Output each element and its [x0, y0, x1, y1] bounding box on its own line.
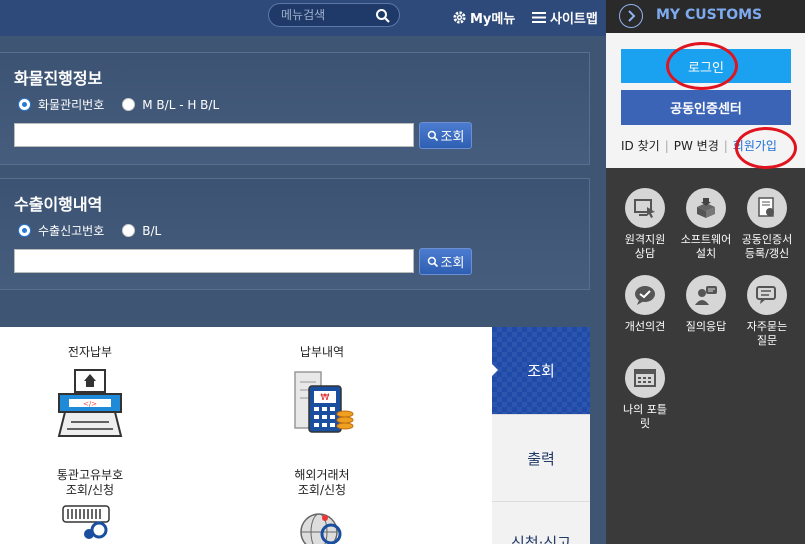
- quick-item-label: 자주묻는: [746, 320, 788, 333]
- tab-print-label: 출력: [527, 449, 555, 468]
- quick-item-label: 원격지원: [624, 233, 666, 246]
- search-icon[interactable]: [375, 8, 391, 24]
- quick-remote-support[interactable]: 원격지원 상담: [614, 188, 676, 261]
- service-tabs: 조회 출력 신청·신고: [491, 327, 590, 544]
- quick-my-portlet[interactable]: 나의 포틀 릿: [614, 358, 676, 431]
- cargo-radio-bl[interactable]: [122, 98, 136, 111]
- account-links: ID 찾기 | PW 변경 | 회원가입: [621, 137, 777, 154]
- mymenu-button[interactable]: My메뉴: [452, 7, 515, 27]
- speech-bubble-icon: [747, 275, 787, 315]
- cert-label: 공동인증센터: [670, 102, 742, 117]
- export-radio-bl[interactable]: [122, 224, 136, 237]
- search-icon: [427, 130, 438, 141]
- tab-print[interactable]: 출력: [492, 414, 590, 501]
- chevron-right-icon: [628, 10, 636, 22]
- gear-icon: [453, 10, 466, 24]
- login-label: 로그인: [688, 60, 724, 76]
- service-payment-history[interactable]: 납부내역 ₩: [272, 345, 372, 447]
- tab-apply[interactable]: 신청·신고: [492, 501, 590, 544]
- menu-search-box[interactable]: [268, 3, 400, 27]
- person-chat-icon: [686, 275, 726, 315]
- sidebar-header: MY CUSTOMS: [606, 0, 805, 33]
- join-link[interactable]: 회원가입: [733, 137, 777, 154]
- service-label-sub: 조회/신청: [297, 483, 347, 497]
- tab-query[interactable]: 조회: [491, 327, 590, 414]
- top-bar: My메뉴 사이트맵: [0, 0, 606, 36]
- package-download-icon: [686, 188, 726, 228]
- quick-software-install[interactable]: 소프트웨어 설치: [675, 188, 737, 261]
- quick-item-label-sub: 릿: [639, 417, 651, 430]
- service-label: 전자납부: [67, 345, 113, 359]
- service-label-sub: 조회/신청: [65, 483, 115, 497]
- search-icon: [427, 256, 438, 267]
- quick-certificate-register[interactable]: 공동인증서 등록/갱신: [736, 188, 798, 261]
- export-query-label: 조회: [440, 256, 465, 271]
- export-radio-bl-label: B/L: [142, 223, 162, 238]
- account-area: 로그인 공동인증센터 ID 찾기 | PW 변경 | 회원가입: [606, 33, 805, 169]
- quick-improvement-feedback[interactable]: 개선의견: [614, 275, 676, 334]
- service-overseas-partner[interactable]: 해외거래처 조회/신청: [272, 468, 372, 544]
- globe-search-icon: [300, 513, 342, 544]
- sidebar-toggle-button[interactable]: [619, 4, 643, 28]
- tab-apply-label: 신청·신고: [511, 534, 571, 544]
- services-area: 전자납부 </> 납부내역 ₩ 통관고유부호 조회/신청 해외거래처 조회/신청: [0, 327, 492, 544]
- quick-item-label: 나의 포틀: [623, 403, 667, 416]
- service-label: 해외거래처: [294, 468, 350, 482]
- quick-item-label-sub: 질문: [756, 334, 778, 347]
- quick-item-label-sub: 상담: [634, 247, 656, 260]
- cargo-number-input[interactable]: [14, 123, 414, 147]
- sitemap-button[interactable]: 사이트맵: [532, 7, 598, 27]
- export-number-input[interactable]: [14, 249, 414, 273]
- quick-item-label: 질의응답: [685, 320, 727, 333]
- payment-history-icon: ₩: [294, 371, 354, 433]
- svg-text:₩: ₩: [321, 393, 330, 403]
- service-label: 통관고유부호: [56, 468, 124, 482]
- cargo-radio-mgmt-number[interactable]: [18, 98, 31, 111]
- export-history-panel: 수출이행내역 수출신고번호 B/L 조회: [0, 178, 590, 290]
- certificate-icon: [747, 188, 787, 228]
- cargo-panel-title: 화물진행정보: [14, 69, 103, 88]
- quick-qna[interactable]: 질의응답: [675, 275, 737, 334]
- portlet-grid-icon: [625, 358, 665, 398]
- export-panel-title: 수출이행내역: [14, 195, 103, 214]
- sidebar-title: MY CUSTOMS: [656, 7, 763, 23]
- cargo-radio-group: 화물관리번호 M B/L - H B/L: [18, 96, 237, 113]
- service-customs-id-number[interactable]: 통관고유부호 조회/신청: [40, 468, 140, 544]
- cargo-radio-bl-label: M B/L - H B/L: [142, 97, 220, 112]
- cargo-query-label: 조회: [440, 130, 465, 145]
- chat-bubble-icon: [625, 275, 665, 315]
- login-button[interactable]: 로그인: [621, 49, 791, 83]
- quick-item-label: 공동인증서: [741, 233, 793, 246]
- export-radio-declaration-label: 수출신고번호: [38, 224, 105, 238]
- cargo-progress-panel: 화물진행정보 화물관리번호 M B/L - H B/L 조회: [0, 52, 590, 165]
- certificate-center-button[interactable]: 공동인증센터: [621, 90, 791, 125]
- cargo-radio-mgmt-label: 화물관리번호: [38, 98, 105, 112]
- mymenu-label: My메뉴: [470, 11, 516, 27]
- export-query-button[interactable]: 조회: [419, 248, 472, 275]
- my-customs-sidebar: MY CUSTOMS 로그인 공동인증센터 ID 찾기 | PW 변경 | 회원…: [606, 0, 805, 544]
- svg-text:</>: </>: [83, 400, 97, 408]
- service-label: 납부내역: [299, 345, 345, 359]
- link-separator: |: [723, 138, 728, 153]
- quick-item-label: 개선의견: [624, 320, 666, 333]
- link-separator: |: [664, 138, 669, 153]
- quick-item-label-sub: 등록/갱신: [744, 247, 790, 260]
- menu-search-input[interactable]: [281, 7, 371, 23]
- sitemap-label: 사이트맵: [550, 11, 598, 27]
- find-id-link[interactable]: ID 찾기: [621, 137, 660, 154]
- export-radio-declaration[interactable]: [18, 224, 31, 237]
- cargo-query-button[interactable]: 조회: [419, 122, 472, 149]
- tab-query-label: 조회: [527, 362, 555, 380]
- change-pw-link[interactable]: PW 변경: [674, 137, 719, 154]
- service-electronic-payment[interactable]: 전자납부 </>: [40, 345, 140, 447]
- quick-faq[interactable]: 자주묻는 질문: [736, 275, 798, 348]
- barcode-search-icon: [62, 505, 110, 539]
- hamburger-icon: [532, 11, 546, 23]
- quick-item-label-sub: 설치: [695, 247, 717, 260]
- electronic-payment-icon: </>: [57, 369, 123, 437]
- quick-item-label: 소프트웨어: [680, 233, 732, 246]
- export-radio-group: 수출신고번호 B/L: [18, 222, 179, 239]
- monitor-cursor-icon: [625, 188, 665, 228]
